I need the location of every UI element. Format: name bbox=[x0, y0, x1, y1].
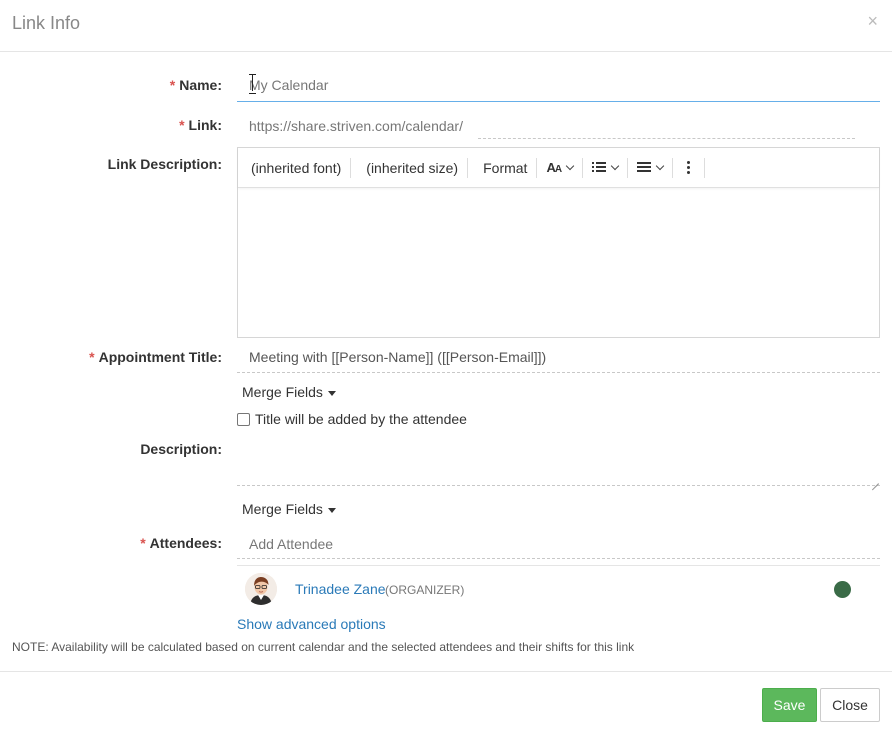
font-family-dropdown[interactable]: (inherited font) bbox=[242, 157, 350, 179]
appointment-title-input[interactable] bbox=[237, 372, 880, 373]
availability-status-icon bbox=[834, 581, 851, 598]
appointment-title-value: Meeting with [[Person-Name]] ([[Person-E… bbox=[249, 349, 547, 365]
text-cursor-icon bbox=[249, 73, 257, 94]
title-by-attendee-checkbox[interactable] bbox=[237, 412, 250, 426]
more-vertical-icon bbox=[687, 161, 691, 174]
modal-title: Link Info bbox=[12, 13, 81, 33]
attendees-label: * Attendees: bbox=[140, 535, 222, 551]
toolbar-divider bbox=[704, 157, 706, 178]
title-by-attendee-label: Title will be added by the attendee bbox=[255, 411, 467, 427]
caret-down-icon bbox=[327, 507, 336, 513]
availability-note: NOTE: Availability will be calculated ba… bbox=[12, 640, 635, 654]
link-label-text: Link: bbox=[188, 117, 222, 133]
title-by-attendee-row: Title will be added by the attendee bbox=[237, 411, 467, 427]
attendee-role: (ORGANIZER) bbox=[385, 583, 465, 597]
chevron-down-icon bbox=[610, 161, 620, 170]
merge-fields-label: Merge Fields bbox=[242, 501, 323, 517]
modal-footer: Save Close bbox=[0, 671, 892, 732]
editor-toolbar: (inherited font) (inherited size) Format… bbox=[238, 148, 879, 188]
attendee-name-link[interactable]: Trinadee Zane bbox=[295, 581, 386, 597]
list-dropdown[interactable] bbox=[583, 157, 627, 179]
attendees-label-text: Attendees: bbox=[149, 535, 222, 551]
avatar bbox=[245, 573, 277, 605]
link-description-label: Link Description: bbox=[107, 156, 222, 172]
align-icon bbox=[637, 162, 652, 173]
merge-fields-label: Merge Fields bbox=[242, 384, 323, 400]
link-label: * Link: bbox=[179, 117, 222, 133]
required-mark: * bbox=[89, 349, 95, 365]
description-label: Description: bbox=[140, 441, 222, 457]
caret-down-icon bbox=[327, 390, 336, 396]
bulleted-list-icon bbox=[592, 162, 607, 173]
modal-header: Link Info × bbox=[0, 0, 892, 52]
required-mark: * bbox=[169, 77, 176, 93]
format-dropdown[interactable]: Format bbox=[468, 157, 536, 179]
name-input-value: My Calendar bbox=[249, 77, 329, 93]
add-attendee-placeholder: Add Attendee bbox=[249, 536, 334, 552]
text-style-dropdown[interactable]: AA bbox=[537, 157, 582, 179]
appointment-title-label-text: Appointment Title: bbox=[98, 349, 222, 365]
merge-fields-dropdown-description[interactable]: Merge Fields bbox=[242, 501, 336, 517]
appointment-title-label: * Appointment Title: bbox=[89, 349, 222, 365]
attendee-row: Trinadee Zane (ORGANIZER) bbox=[237, 565, 880, 611]
merge-fields-dropdown-title[interactable]: Merge Fields bbox=[242, 384, 336, 400]
name-label-text: Name: bbox=[179, 77, 222, 93]
chevron-down-icon bbox=[565, 161, 575, 170]
name-label: * Name: bbox=[170, 77, 222, 93]
font-size-dropdown[interactable]: (inherited size) bbox=[351, 157, 467, 179]
show-advanced-options-link[interactable]: Show advanced options bbox=[237, 616, 386, 632]
resize-handle-icon[interactable] bbox=[871, 476, 879, 484]
required-mark: * bbox=[179, 117, 185, 133]
chevron-down-icon bbox=[655, 161, 665, 170]
align-dropdown[interactable] bbox=[628, 157, 672, 179]
description-textarea[interactable] bbox=[237, 440, 880, 486]
link-value: https://share.striven.com/calendar/ bbox=[249, 118, 463, 134]
more-button[interactable] bbox=[673, 157, 704, 179]
link-input[interactable] bbox=[478, 138, 855, 139]
font-size-icon: AA bbox=[546, 160, 562, 175]
name-input[interactable]: My Calendar bbox=[237, 70, 880, 102]
close-icon[interactable]: × bbox=[867, 12, 878, 30]
save-button[interactable]: Save bbox=[762, 688, 817, 722]
required-mark: * bbox=[140, 535, 146, 551]
link-description-editor[interactable]: (inherited font) (inherited size) Format… bbox=[237, 147, 880, 338]
close-button[interactable]: Close bbox=[820, 688, 880, 722]
add-attendee-input[interactable] bbox=[237, 558, 880, 559]
